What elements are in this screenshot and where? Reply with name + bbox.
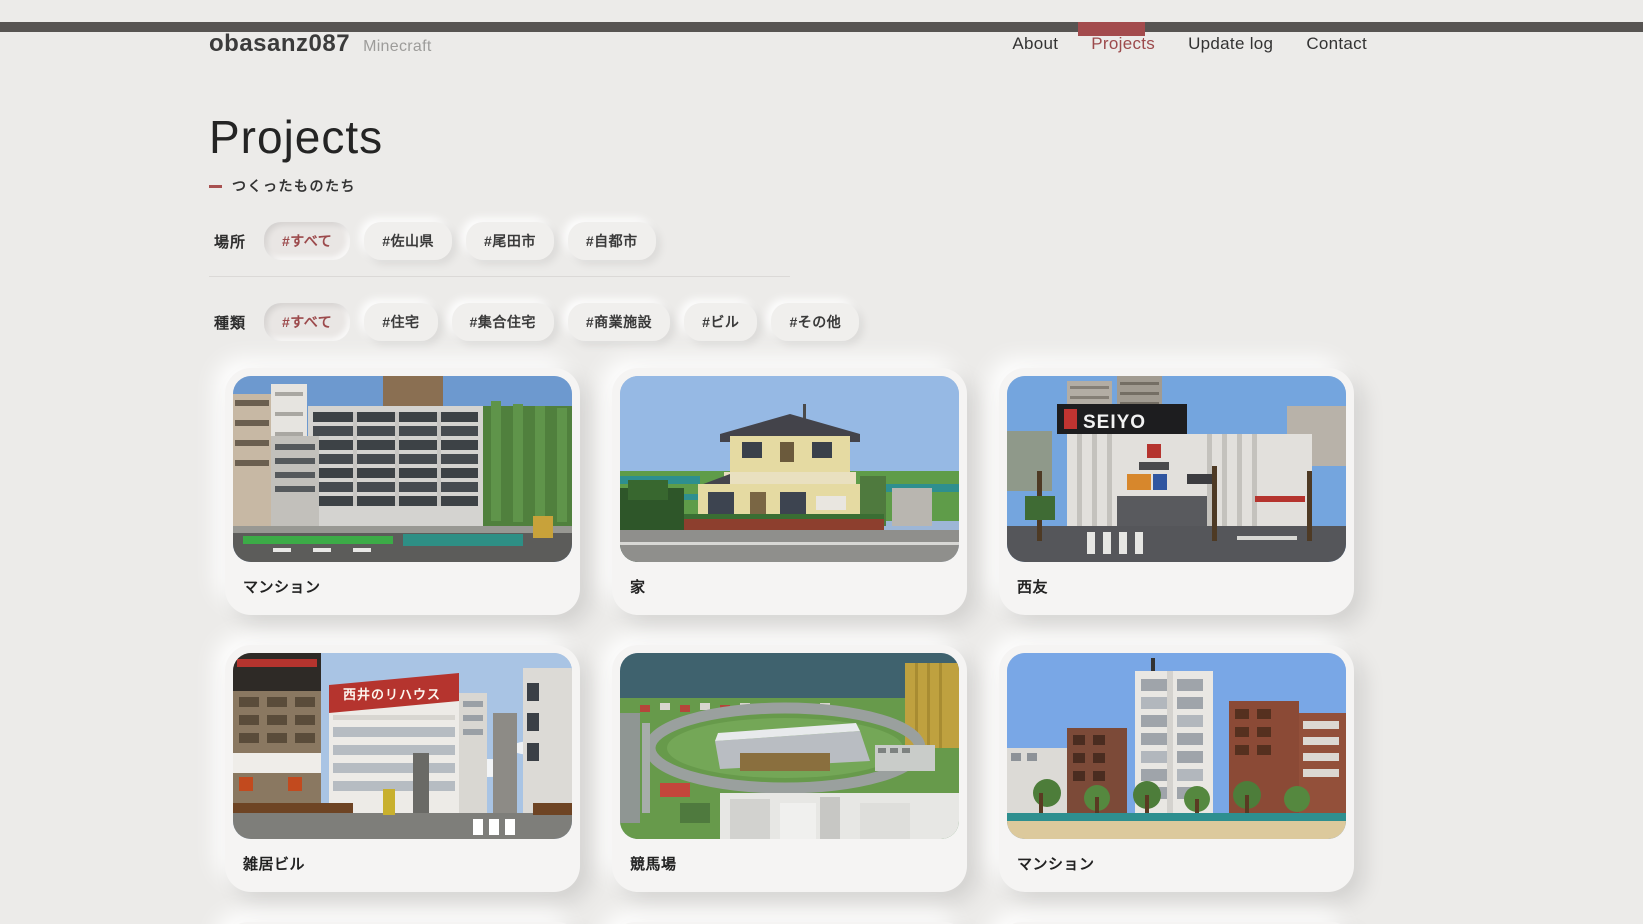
project-thumbnail-mansion-1 <box>233 376 572 562</box>
project-thumbnail-zakkyo-building: 西井のリハウス <box>233 653 572 839</box>
filter-tag-type-house[interactable]: #住宅 <box>364 303 437 341</box>
project-card-mansion-1[interactable]: マンション <box>225 368 580 615</box>
nav-update-log[interactable]: Update log <box>1188 34 1273 54</box>
nav-about[interactable]: About <box>1012 34 1058 54</box>
project-title: 西友 <box>1007 562 1346 615</box>
building-sign-text: 西井のリハウス <box>343 687 441 702</box>
filter-tag-type-other[interactable]: #その他 <box>771 303 859 341</box>
filter-tag-location-all[interactable]: #すべて <box>264 222 350 260</box>
site-logo-subtitle: Minecraft <box>363 38 432 56</box>
page-subtitle: つくったものたち <box>209 176 1367 196</box>
top-accent-bar <box>0 22 1643 32</box>
project-card-house[interactable]: 家 <box>612 368 967 615</box>
filter-tag-location-jitoshi[interactable]: #自都市 <box>568 222 656 260</box>
project-grid: マンション <box>225 368 1367 924</box>
minecraft-house-scene <box>620 376 959 562</box>
project-thumbnail-house <box>620 376 959 562</box>
filter-tag-type-apartment[interactable]: #集合住宅 <box>452 303 554 341</box>
filter-divider <box>209 276 790 277</box>
project-thumbnail-mansion-2 <box>1007 653 1346 839</box>
project-card-zakkyo-building[interactable]: 西井のリハウス <box>225 645 580 892</box>
project-card-seiyu[interactable]: SEIYO <box>999 368 1354 615</box>
nav-contact[interactable]: Contact <box>1306 34 1367 54</box>
filter-tag-type-all[interactable]: #すべて <box>264 303 350 341</box>
filter-tag-type-building[interactable]: #ビル <box>684 303 757 341</box>
project-title: マンション <box>1007 839 1346 892</box>
project-title: 雑居ビル <box>233 839 572 892</box>
site-logo-name: obasanz087 <box>209 30 350 58</box>
nav-projects[interactable]: Projects <box>1091 34 1155 54</box>
filter-tag-location-odashi[interactable]: #尾田市 <box>466 222 554 260</box>
filter-label-type: 種類 <box>214 312 250 333</box>
minecraft-office-building-scene: 西井のリハウス <box>233 653 572 839</box>
dash-icon <box>209 185 222 188</box>
page-subtitle-text: つくったものたち <box>232 176 356 196</box>
seiyo-sign-text: SEIYO <box>1083 412 1146 433</box>
minecraft-seiyu-store-scene: SEIYO <box>1007 376 1346 562</box>
project-title: マンション <box>233 562 572 615</box>
page-title: Projects <box>209 110 1367 164</box>
site-logo[interactable]: obasanz087 Minecraft <box>209 30 432 58</box>
main-nav: About Projects Update log Contact <box>979 34 1367 54</box>
project-thumbnail-seiyu: SEIYO <box>1007 376 1346 562</box>
project-card-racetrack[interactable]: 競馬場 <box>612 645 967 892</box>
project-card-mansion-2[interactable]: マンション <box>999 645 1354 892</box>
filter-label-location: 場所 <box>214 231 250 252</box>
project-title: 家 <box>620 562 959 615</box>
minecraft-racetrack-scene <box>620 653 959 839</box>
active-nav-indicator <box>1078 22 1145 36</box>
filter-row-location: 場所 #すべて #佐山県 #尾田市 #自都市 <box>209 222 1367 260</box>
filter-tag-location-sayama[interactable]: #佐山県 <box>364 222 452 260</box>
filter-row-type: 種類 #すべて #住宅 #集合住宅 #商業施設 #ビル #その他 <box>209 303 1367 341</box>
filter-tag-type-commercial[interactable]: #商業施設 <box>568 303 670 341</box>
minecraft-tower-scene <box>1007 653 1346 839</box>
minecraft-apartment-scene <box>233 376 572 562</box>
projects-page: Projects つくったものたち 場所 #すべて #佐山県 #尾田市 #自都市… <box>209 110 1367 924</box>
project-thumbnail-racetrack <box>620 653 959 839</box>
project-title: 競馬場 <box>620 839 959 892</box>
